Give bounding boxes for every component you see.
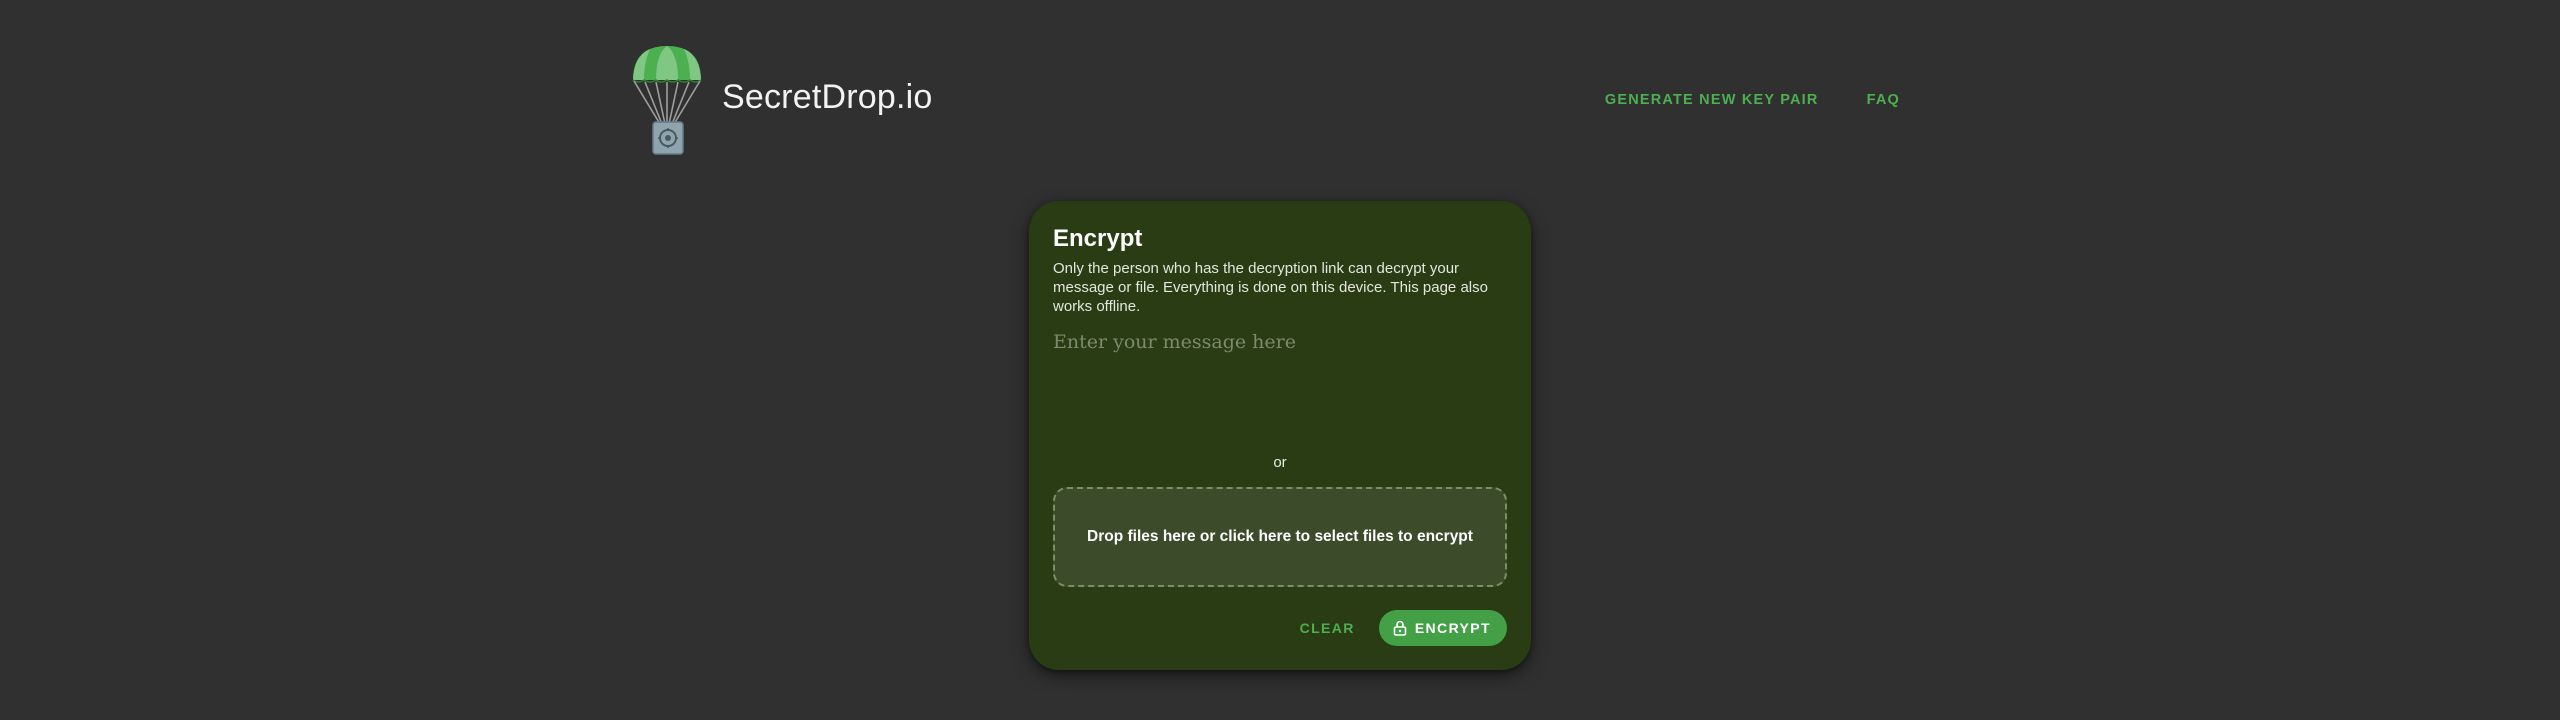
card-actions: CLEAR ENCRYPT [1300,610,1507,646]
lock-icon [1393,620,1407,636]
nav-faq[interactable]: FAQ [1867,92,1900,108]
message-input[interactable] [1053,331,1507,431]
or-divider-label: or [1273,454,1287,471]
encrypt-card: Encrypt Only the person who has the decr… [1029,201,1531,670]
top-nav: GENERATE NEW KEY PAIR FAQ [1605,92,1900,108]
card-title: Encrypt [1053,225,1143,252]
nav-generate-key-pair[interactable]: GENERATE NEW KEY PAIR [1605,92,1819,108]
encrypt-button-label: ENCRYPT [1414,620,1491,636]
file-dropzone[interactable]: Drop files here or click here to select … [1053,487,1507,587]
card-description: Only the person who has the decryption l… [1053,260,1488,315]
header: SecretDrop.io GENERATE NEW KEY PAIR FAQ [630,44,1900,160]
brand-name[interactable]: SecretDrop.io [722,78,932,117]
encrypt-button[interactable]: ENCRYPT [1378,610,1507,646]
dropzone-label: Drop files here or click here to select … [1087,528,1473,545]
parachute-safe-icon[interactable] [630,44,704,156]
clear-button[interactable]: CLEAR [1300,620,1355,636]
